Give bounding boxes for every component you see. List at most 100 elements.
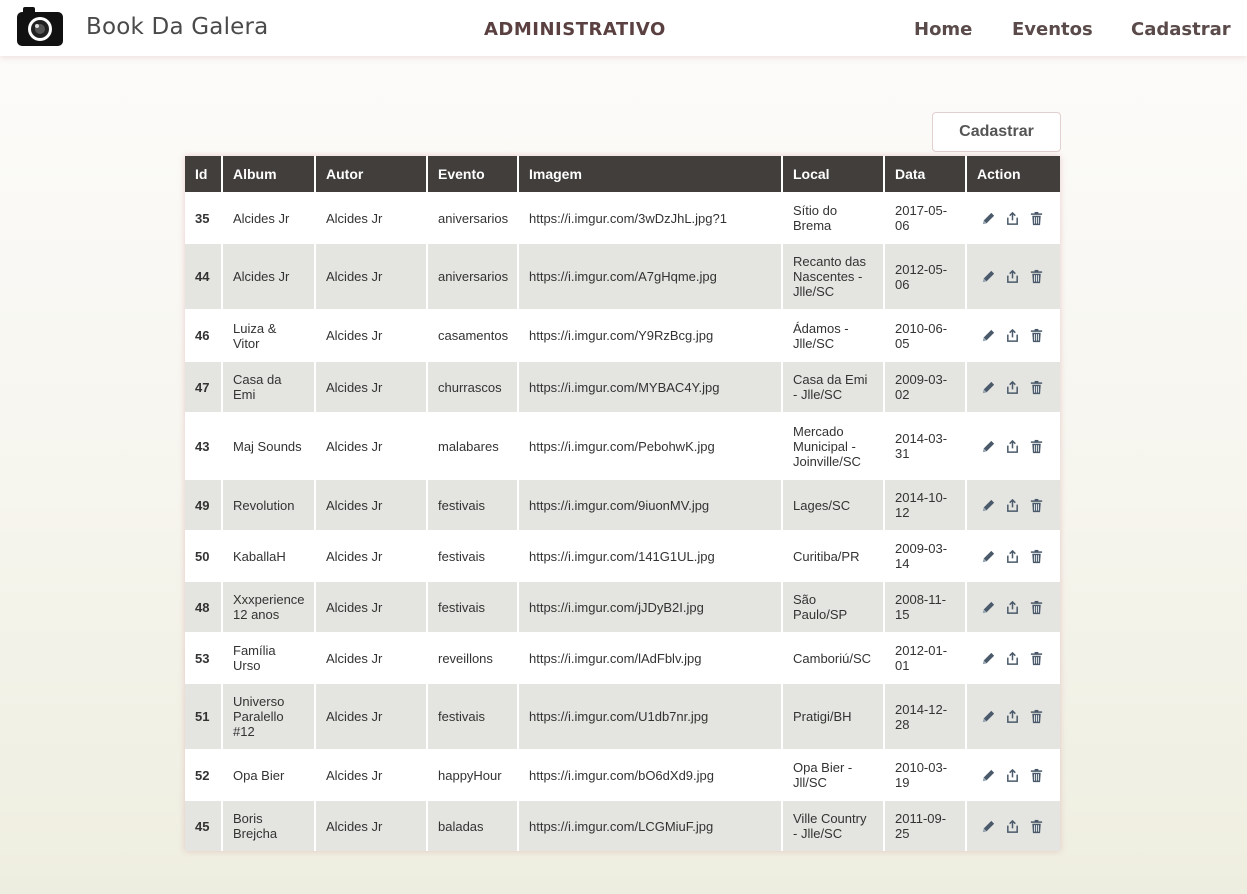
pencil-icon[interactable] [981, 328, 996, 343]
cell-action [966, 480, 1060, 530]
cell-local: Recanto das Nascentes - Jlle/SC [782, 244, 885, 309]
trash-icon[interactable] [1029, 328, 1044, 343]
cell-local: Ville Country - Jlle/SC [782, 801, 885, 851]
cell-data: 2010-06-05 [884, 309, 967, 362]
cell-data: 2009-03-02 [884, 362, 967, 412]
cadastrar-button[interactable]: Cadastrar [932, 112, 1061, 152]
cell-album: Xxxperience 12 anos [222, 582, 316, 632]
pencil-icon[interactable] [981, 269, 996, 284]
trash-icon[interactable] [1029, 600, 1044, 615]
cell-action [966, 749, 1060, 801]
nav-link-cadastrar[interactable]: Cadastrar [1131, 19, 1231, 40]
cell-evento: festivais [427, 684, 519, 749]
cell-album: Revolution [222, 480, 316, 530]
header-imagem: Imagem [518, 156, 783, 192]
trash-icon[interactable] [1029, 549, 1044, 564]
trash-icon[interactable] [1029, 768, 1044, 783]
trash-icon[interactable] [1029, 211, 1044, 226]
trash-icon[interactable] [1029, 651, 1044, 666]
cell-id: 44 [185, 244, 223, 309]
cell-autor: Alcides Jr [315, 309, 428, 362]
table-row: 44 Alcides Jr Alcides Jr aniversarios https:… [185, 244, 1060, 309]
cell-imagem[interactable]: https://i.imgur.com/141G1UL.jpg [518, 530, 783, 582]
table-row: 51 Universo Paralello #12 Alcides Jr festiv… [185, 684, 1060, 749]
share-icon[interactable] [1005, 768, 1020, 783]
table-row: 43 Maj Sounds Alcides Jr malabares https://i… [185, 412, 1060, 480]
row-actions [977, 211, 1050, 226]
row-actions [977, 709, 1050, 724]
row-actions [977, 498, 1050, 513]
nav-link-eventos[interactable]: Eventos [1012, 19, 1093, 40]
cell-imagem[interactable]: https://i.imgur.com/lAdFblv.jpg [518, 632, 783, 684]
cell-data: 2010-03-19 [884, 749, 967, 801]
row-actions [977, 328, 1050, 343]
share-icon[interactable] [1005, 269, 1020, 284]
trash-icon[interactable] [1029, 498, 1044, 513]
share-icon[interactable] [1005, 328, 1020, 343]
share-icon[interactable] [1005, 211, 1020, 226]
cell-album: Alcides Jr [222, 244, 316, 309]
cell-data: 2012-01-01 [884, 632, 967, 684]
albums-table-container: Id Album Autor Evento Imagem Local Data … [185, 156, 1060, 851]
pencil-icon[interactable] [981, 768, 996, 783]
cell-evento: baladas [427, 801, 519, 851]
pencil-icon[interactable] [981, 709, 996, 724]
trash-icon[interactable] [1029, 709, 1044, 724]
share-icon[interactable] [1005, 709, 1020, 724]
header-action: Action [966, 156, 1060, 192]
pencil-icon[interactable] [981, 439, 996, 454]
row-actions [977, 819, 1050, 834]
cell-imagem[interactable]: https://i.imgur.com/9iuonMV.jpg [518, 480, 783, 530]
brand-title[interactable]: Book Da Galera [86, 14, 268, 40]
cell-imagem[interactable]: https://i.imgur.com/LCGMiuF.jpg [518, 801, 783, 851]
cell-album: Universo Paralello #12 [222, 684, 316, 749]
cell-local: Camboriú/SC [782, 632, 885, 684]
header-evento: Evento [427, 156, 519, 192]
cell-imagem[interactable]: https://i.imgur.com/3wDzJhL.jpg?1 [518, 192, 783, 244]
trash-icon[interactable] [1029, 819, 1044, 834]
header-id: Id [185, 156, 223, 192]
cell-data: 2008-11-15 [884, 582, 967, 632]
cell-imagem[interactable]: https://i.imgur.com/jJDyB2I.jpg [518, 582, 783, 632]
cell-id: 47 [185, 362, 223, 412]
trash-icon[interactable] [1029, 269, 1044, 284]
cell-imagem[interactable]: https://i.imgur.com/A7gHqme.jpg [518, 244, 783, 309]
table-row: 53 Família Urso Alcides Jr reveillons https:… [185, 632, 1060, 684]
pencil-icon[interactable] [981, 211, 996, 226]
cell-local: Pratigi/BH [782, 684, 885, 749]
cell-autor: Alcides Jr [315, 801, 428, 851]
share-icon[interactable] [1005, 600, 1020, 615]
share-icon[interactable] [1005, 498, 1020, 513]
share-icon[interactable] [1005, 439, 1020, 454]
cell-id: 53 [185, 632, 223, 684]
pencil-icon[interactable] [981, 380, 996, 395]
cell-action [966, 632, 1060, 684]
share-icon[interactable] [1005, 651, 1020, 666]
cell-imagem[interactable]: https://i.imgur.com/U1db7nr.jpg [518, 684, 783, 749]
cell-action [966, 412, 1060, 480]
row-actions [977, 651, 1050, 666]
cell-imagem[interactable]: https://i.imgur.com/Y9RzBcg.jpg [518, 309, 783, 362]
cell-evento: aniversarios [427, 244, 519, 309]
pencil-icon[interactable] [981, 600, 996, 615]
pencil-icon[interactable] [981, 498, 996, 513]
share-icon[interactable] [1005, 380, 1020, 395]
cell-evento: malabares [427, 412, 519, 480]
table-row: 52 Opa Bier Alcides Jr happyHour https://i.i… [185, 749, 1060, 801]
cell-local: Lages/SC [782, 480, 885, 530]
trash-icon[interactable] [1029, 380, 1044, 395]
pencil-icon[interactable] [981, 651, 996, 666]
nav-link-home[interactable]: Home [914, 19, 972, 40]
cell-data: 2014-12-28 [884, 684, 967, 749]
cell-imagem[interactable]: https://i.imgur.com/MYBAC4Y.jpg [518, 362, 783, 412]
pencil-icon[interactable] [981, 549, 996, 564]
share-icon[interactable] [1005, 819, 1020, 834]
cell-id: 46 [185, 309, 223, 362]
cell-imagem[interactable]: https://i.imgur.com/PebohwK.jpg [518, 412, 783, 480]
share-icon[interactable] [1005, 549, 1020, 564]
table-row: 50 KaballaH Alcides Jr festivais https://i.i… [185, 530, 1060, 582]
trash-icon[interactable] [1029, 439, 1044, 454]
pencil-icon[interactable] [981, 819, 996, 834]
cell-imagem[interactable]: https://i.imgur.com/bO6dXd9.jpg [518, 749, 783, 801]
header-autor: Autor [315, 156, 428, 192]
